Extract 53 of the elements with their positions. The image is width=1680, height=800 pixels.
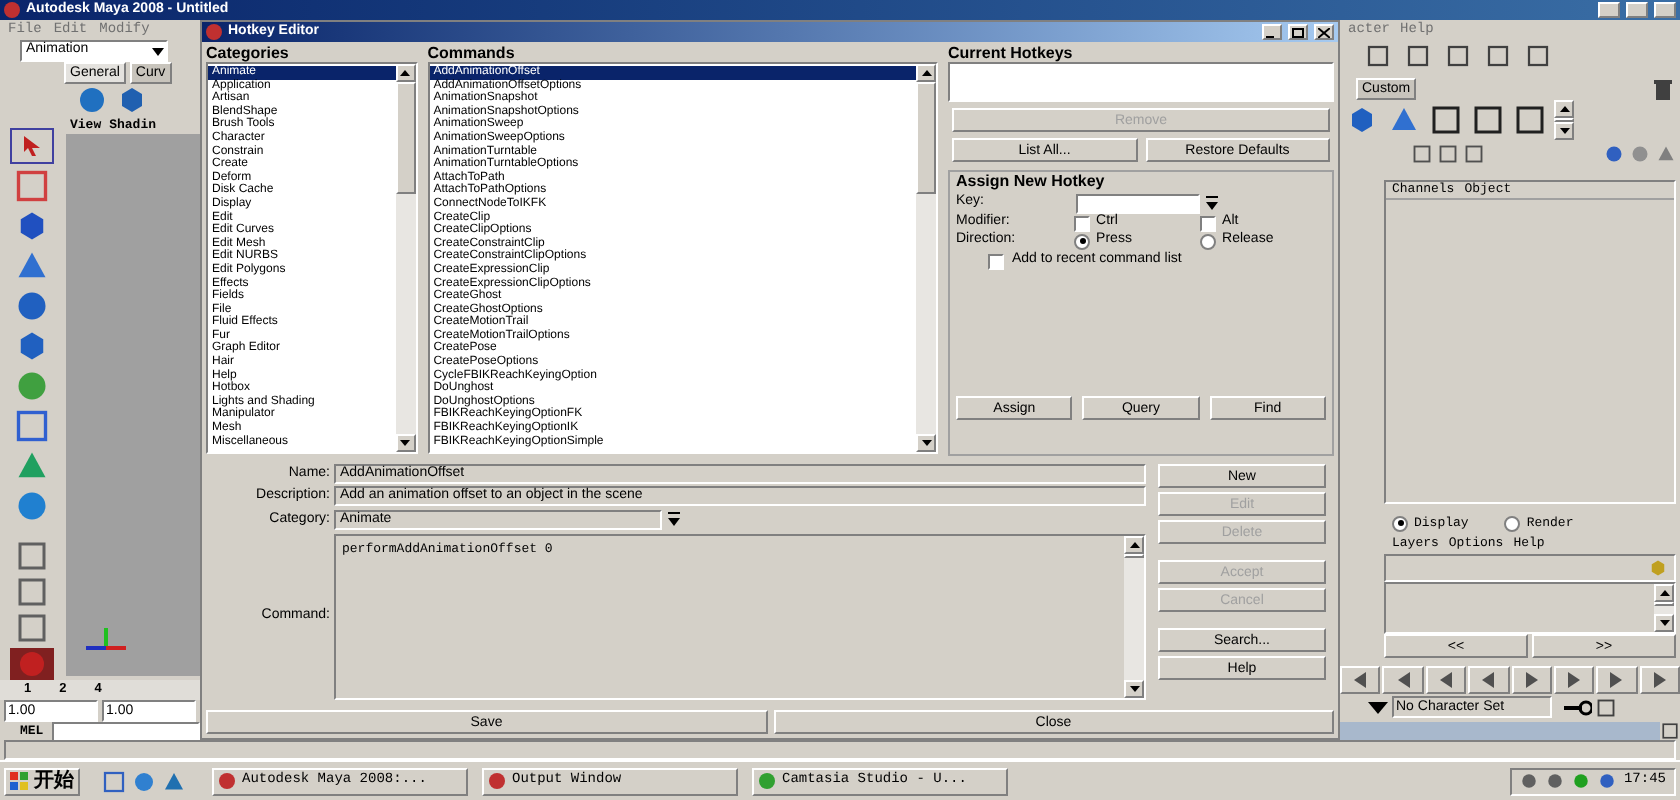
play-back-icon[interactable] <box>1468 666 1509 694</box>
down-arrow-icon <box>921 440 931 446</box>
section-heading: Assign New Hotkey <box>956 172 1107 192</box>
down-arrow-icon <box>1659 620 1669 626</box>
play-forward-icon[interactable] <box>1511 666 1552 694</box>
down-arrow-icon <box>1559 128 1569 134</box>
dropdown-arrow-icon <box>150 43 166 59</box>
dropdown-icon[interactable] <box>668 512 680 528</box>
app-icon <box>488 772 506 790</box>
last-frame-icon[interactable] <box>1639 666 1680 694</box>
down-arrow-icon <box>1129 686 1139 692</box>
up-arrow-icon <box>1129 542 1139 548</box>
up-arrow-icon <box>400 70 411 76</box>
sphere-icon[interactable] <box>76 84 108 116</box>
scrollbar[interactable] <box>1554 100 1574 140</box>
minimize-icon[interactable] <box>1262 24 1282 40</box>
checkbox[interactable] <box>1074 215 1091 231</box>
dropdown-icon[interactable] <box>1206 195 1218 211</box>
close-icon[interactable] <box>1314 24 1334 40</box>
next-key-icon[interactable] <box>1596 666 1638 694</box>
scrollbar[interactable] <box>1654 584 1674 632</box>
key-field[interactable] <box>1076 193 1200 213</box>
list-heading: Commands <box>427 44 517 62</box>
step-forward-icon[interactable] <box>1553 666 1595 694</box>
app-icon <box>218 772 236 790</box>
checkbox[interactable] <box>1200 215 1217 231</box>
up-arrow-icon <box>1659 590 1669 596</box>
up-arrow-icon <box>1559 106 1569 112</box>
checkbox[interactable] <box>988 253 1004 269</box>
section-heading: Current Hotkeys <box>948 44 1075 62</box>
step-back-icon[interactable] <box>1425 666 1467 694</box>
key-icon[interactable] <box>1564 699 1592 715</box>
radio-button[interactable] <box>1392 515 1408 531</box>
windows-logo-icon <box>10 771 30 791</box>
maximize-icon[interactable] <box>1288 24 1308 40</box>
list-heading: Categories <box>206 44 291 62</box>
down-arrow-icon <box>400 440 411 446</box>
command-line-field[interactable] <box>51 721 200 742</box>
scrollbar[interactable] <box>1124 536 1144 698</box>
scrollbar[interactable] <box>916 64 936 452</box>
app-logo-icon <box>206 24 222 40</box>
app-logo-icon <box>4 2 20 18</box>
up-arrow-icon <box>921 70 931 76</box>
start-button[interactable]: 开始 <box>4 767 80 795</box>
radio-button[interactable] <box>1504 515 1521 531</box>
scrollbar[interactable] <box>395 64 416 452</box>
trash-icon[interactable] <box>1654 80 1672 100</box>
app-icon <box>758 772 776 790</box>
first-frame-icon[interactable] <box>1340 666 1381 694</box>
dropdown-arrow-icon[interactable] <box>1368 701 1388 713</box>
radio-button[interactable] <box>1200 233 1217 249</box>
radio-button[interactable] <box>1074 233 1091 249</box>
previous-key-icon[interactable] <box>1382 666 1424 694</box>
